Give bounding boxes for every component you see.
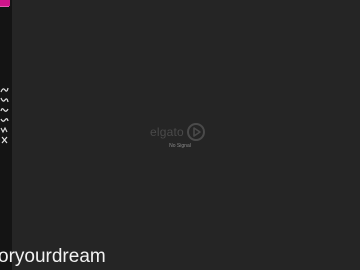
caption-text: oryourdream (0, 246, 106, 267)
wave-icon[interactable] (0, 86, 9, 94)
wave-icon[interactable] (0, 96, 9, 104)
wave-icon[interactable] (0, 126, 9, 134)
close-icon[interactable] (0, 136, 9, 144)
capture-preview: elgato No Signal oryourdream (0, 0, 360, 270)
sidebar-icon-list (0, 86, 10, 144)
wave-icon[interactable] (0, 106, 9, 114)
overlay-sidebar (0, 0, 12, 270)
wave-icon[interactable] (0, 116, 9, 124)
no-signal-label: No Signal (169, 143, 191, 149)
elgato-logo-icon (186, 123, 205, 141)
logo-text: elgato (150, 125, 184, 139)
elgato-logo: elgato (150, 122, 206, 142)
accent-line (0, 6, 9, 7)
